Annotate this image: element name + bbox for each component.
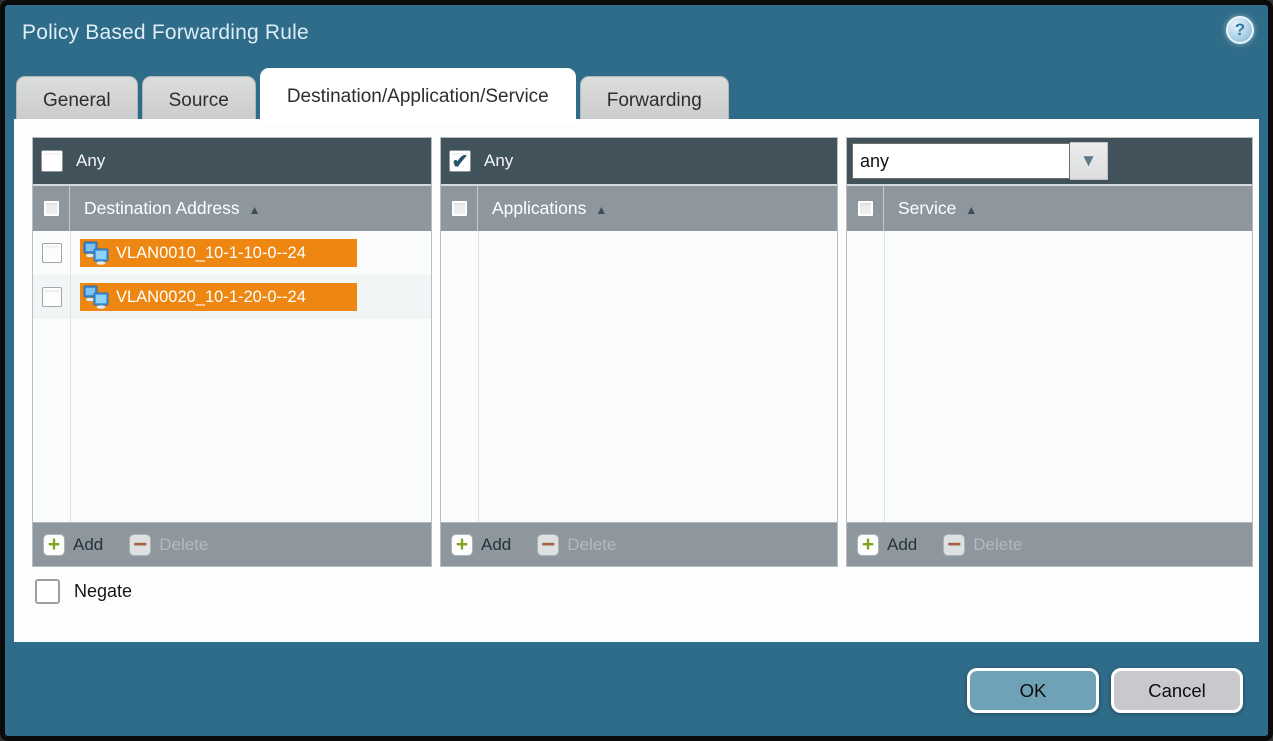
service-dropdown-bar: ▼ xyxy=(847,138,1252,184)
service-select-all-checkbox[interactable] xyxy=(857,200,874,217)
applications-select-all-checkbox[interactable] xyxy=(451,200,468,217)
delete-icon: − xyxy=(541,533,555,557)
service-footer: + Add − Delete xyxy=(847,522,1252,566)
negate-option: ✔ Negate xyxy=(35,579,132,604)
add-button[interactable]: + Add xyxy=(43,534,103,556)
cancel-button[interactable]: Cancel xyxy=(1111,668,1243,713)
add-icon: + xyxy=(48,534,60,555)
applications-column-header: Applications ▲ xyxy=(441,184,837,231)
add-icon: + xyxy=(456,534,468,555)
address-object-name: VLAN0020_10-1-20-0--24 xyxy=(116,288,306,307)
service-panel: ▼ Service ▲ + Add − Delete xyxy=(846,137,1253,567)
help-icon[interactable]: ? xyxy=(1226,16,1254,44)
tab-content: ✔ Any Destination Address ▲ xyxy=(14,119,1259,642)
dialog-title: Policy Based Forwarding Rule xyxy=(22,21,309,45)
destination-list: VLAN0010_10-1-10-0--24 xyxy=(33,231,431,522)
sort-asc-icon[interactable]: ▲ xyxy=(249,201,261,217)
applications-any-label: Any xyxy=(484,151,513,171)
tab-bar: General Source Destination/Application/S… xyxy=(16,68,729,124)
delete-button[interactable]: − Delete xyxy=(943,534,1022,556)
negate-label: Negate xyxy=(74,581,132,602)
destination-select-all-checkbox[interactable] xyxy=(43,200,60,217)
delete-button[interactable]: − Delete xyxy=(537,534,616,556)
destination-any-label: Any xyxy=(76,151,105,171)
tab-forwarding[interactable]: Forwarding xyxy=(580,76,729,124)
address-object-name: VLAN0010_10-1-10-0--24 xyxy=(116,244,306,263)
applications-panel: ✔ Any Applications ▲ + Add − Delete xyxy=(440,137,838,567)
network-icon xyxy=(83,241,110,265)
table-row[interactable]: VLAN0020_10-1-20-0--24 xyxy=(33,275,431,319)
tab-source[interactable]: Source xyxy=(142,76,256,124)
sort-asc-icon[interactable]: ▲ xyxy=(595,201,607,217)
sort-asc-icon[interactable]: ▲ xyxy=(965,201,977,217)
network-icon xyxy=(83,285,110,309)
service-dropdown-input[interactable] xyxy=(852,143,1070,179)
service-column-header: Service ▲ xyxy=(847,184,1252,231)
applications-any-checkbox[interactable]: ✔ xyxy=(449,150,471,172)
destination-address-panel: ✔ Any Destination Address ▲ xyxy=(32,137,432,567)
delete-icon: − xyxy=(947,533,961,557)
tab-general[interactable]: General xyxy=(16,76,138,124)
delete-button[interactable]: − Delete xyxy=(129,534,208,556)
policy-based-forwarding-dialog: Policy Based Forwarding Rule ? General S… xyxy=(0,0,1273,741)
delete-icon: − xyxy=(133,533,147,557)
table-row[interactable]: VLAN0010_10-1-10-0--24 xyxy=(33,231,431,275)
add-button[interactable]: + Add xyxy=(857,534,917,556)
chevron-down-icon[interactable]: ▼ xyxy=(1070,142,1108,180)
applications-list xyxy=(441,231,837,522)
address-object-chip[interactable]: VLAN0010_10-1-10-0--24 xyxy=(80,239,357,267)
service-dropdown: ▼ xyxy=(852,142,1108,180)
destination-footer: + Add − Delete xyxy=(33,522,431,566)
service-column-label: Service xyxy=(898,198,956,219)
applications-column-label: Applications xyxy=(492,198,586,219)
tab-destination-application-service[interactable]: Destination/Application/Service xyxy=(260,68,576,124)
add-icon: + xyxy=(862,534,874,555)
add-button[interactable]: + Add xyxy=(451,534,511,556)
applications-any-bar: ✔ Any xyxy=(441,138,837,184)
destination-column-header: Destination Address ▲ xyxy=(33,184,431,231)
address-object-chip[interactable]: VLAN0020_10-1-20-0--24 xyxy=(80,283,357,311)
service-list xyxy=(847,231,1252,522)
row-checkbox[interactable] xyxy=(42,287,62,307)
destination-column-label: Destination Address xyxy=(84,198,240,219)
row-checkbox[interactable] xyxy=(42,243,62,263)
applications-footer: + Add − Delete xyxy=(441,522,837,566)
negate-checkbox[interactable]: ✔ xyxy=(35,579,60,604)
destination-any-bar: ✔ Any xyxy=(33,138,431,184)
ok-button[interactable]: OK xyxy=(967,668,1099,713)
destination-any-checkbox[interactable]: ✔ xyxy=(41,150,63,172)
